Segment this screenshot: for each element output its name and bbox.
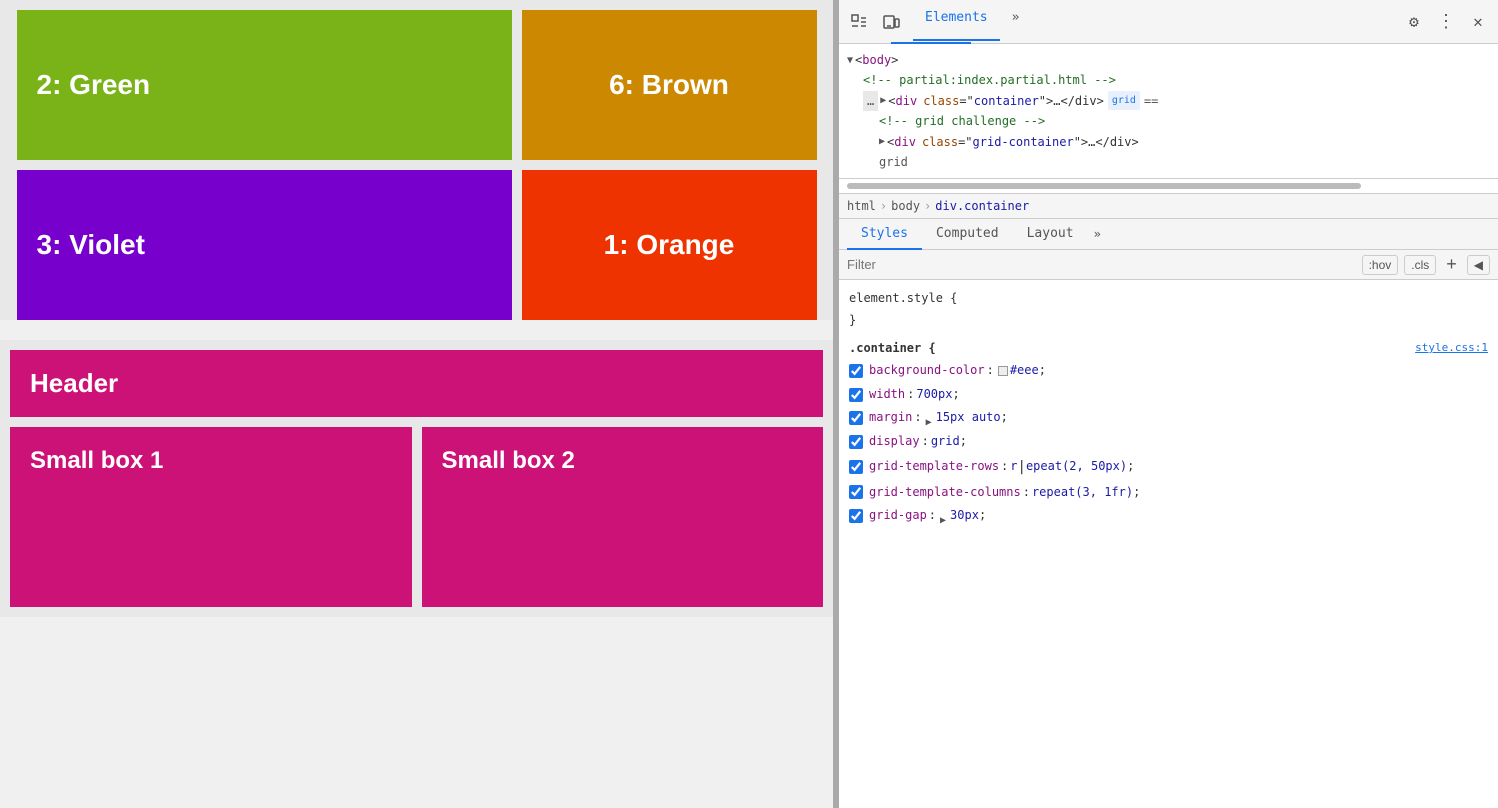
element-style-close: } <box>849 310 1488 332</box>
devtools-panel: Elements » ⚙ ⋮ ✕ ▼ <body> <!-- partial:i… <box>839 0 1498 808</box>
container-triangle[interactable]: ▶ <box>880 92 886 109</box>
container-rule: .container { style.css:1 background-colo… <box>849 338 1488 528</box>
more-tabs-label: » <box>1012 10 1020 25</box>
green-label: 2: Green <box>37 69 151 101</box>
ellipsis-btn[interactable]: … <box>863 91 878 111</box>
tree-partial: grid <box>847 152 1490 172</box>
menu-icon[interactable]: ⋮ <box>1432 8 1460 36</box>
body-triangle[interactable]: ▼ <box>847 52 853 69</box>
devtools-toolbar: Elements » ⚙ ⋮ ✕ <box>839 0 1498 44</box>
webpage-preview: 2: Green 6: Brown 3: Violet 1: Orange H <box>0 0 833 808</box>
prop-bg-checkbox[interactable] <box>849 364 863 378</box>
small-boxes-row: Small box 1 Small box 2 <box>10 427 823 607</box>
prop-gg-checkbox[interactable] <box>849 509 863 523</box>
add-rule-button[interactable]: + <box>1442 254 1461 275</box>
prop-width-checkbox[interactable] <box>849 388 863 402</box>
settings-icon[interactable]: ⚙ <box>1400 8 1428 36</box>
grid-badge[interactable]: grid <box>1108 91 1140 110</box>
tree-comment1: <!-- partial:index.partial.html --> <box>847 70 1490 90</box>
element-style-rule: element.style { } <box>849 288 1488 331</box>
inspect-icon[interactable] <box>845 8 873 36</box>
tab-layout[interactable]: Layout <box>1013 219 1088 250</box>
elements-tab-label: Elements <box>925 10 988 25</box>
brown-label: 6: Brown <box>609 69 729 101</box>
tab-styles[interactable]: Styles <box>847 219 922 250</box>
device-icon[interactable] <box>877 8 905 36</box>
violet-label: 3: Violet <box>37 229 145 261</box>
grid-gap-expand[interactable]: ▶ <box>940 512 948 520</box>
container-rule-header: .container { <box>849 338 936 360</box>
tab-computed[interactable]: Computed <box>922 219 1013 250</box>
hov-button[interactable]: :hov <box>1362 255 1399 275</box>
html-tree-scrollbar[interactable] <box>847 183 1361 189</box>
filter-bar: :hov .cls + ◀ <box>839 250 1498 280</box>
breadcrumb-body[interactable]: body <box>891 199 920 213</box>
cursor-indicator: | <box>1018 455 1026 480</box>
html-tree: ▼ <body> <!-- partial:index.partial.html… <box>839 44 1498 179</box>
collapse-button[interactable]: ◀ <box>1467 255 1490 275</box>
breadcrumb-div-container[interactable]: div.container <box>935 199 1029 213</box>
prop-grid-gap: grid-gap : ▶ 30px ; <box>849 504 1488 528</box>
prop-grid-template-rows: grid-template-rows : r|epeat(2, 50px) ; <box>849 454 1488 481</box>
bg-color-swatch[interactable] <box>998 366 1008 376</box>
orange-label: 1: Orange <box>604 229 735 261</box>
styles-tabs: Styles Computed Layout » <box>839 219 1498 250</box>
filter-input[interactable] <box>847 257 1356 272</box>
small2-label: Small box 2 <box>442 447 575 475</box>
tree-div-container[interactable]: … ▶ <div class="container" >…</div> grid… <box>847 91 1490 111</box>
close-icon[interactable]: ✕ <box>1464 8 1492 36</box>
prop-margin: margin : ▶ 15px auto ; <box>849 406 1488 430</box>
small1-label: Small box 1 <box>30 447 163 475</box>
box-small-2: Small box 2 <box>422 427 824 607</box>
css-properties: element.style { } .container { style.css… <box>839 280 1498 808</box>
tab-more[interactable]: » <box>1000 4 1032 41</box>
tree-body[interactable]: ▼ <body> <box>847 50 1490 70</box>
prop-grid-template-columns: grid-template-columns : repeat(3, 1fr) ; <box>849 481 1488 505</box>
tree-comment2: <!-- grid challenge --> <box>847 111 1490 131</box>
prop-gtc-checkbox[interactable] <box>849 485 863 499</box>
prop-margin-checkbox[interactable] <box>849 411 863 425</box>
prop-width: width : 700px ; <box>849 383 1488 407</box>
box-violet: 3: Violet <box>17 170 512 320</box>
element-style-header: element.style { <box>849 288 1488 310</box>
tab-styles-more[interactable]: » <box>1088 220 1107 248</box>
box-small-1: Small box 1 <box>10 427 412 607</box>
devtools-settings: ⚙ ⋮ ✕ <box>1400 8 1492 36</box>
box-green: 2: Green <box>17 10 512 160</box>
box-brown: 6: Brown <box>522 10 817 160</box>
prop-gtr-checkbox[interactable] <box>849 460 863 474</box>
prop-background-color: background-color : #eee ; <box>849 359 1488 383</box>
breadcrumb-html[interactable]: html <box>847 199 876 213</box>
grid-container-triangle[interactable]: ▶ <box>879 133 885 150</box>
container-source[interactable]: style.css:1 <box>1415 338 1488 358</box>
breadcrumb-bar: html › body › div.container <box>839 194 1498 219</box>
prop-display-checkbox[interactable] <box>849 435 863 449</box>
box-orange: 1: Orange <box>522 170 817 320</box>
margin-expand[interactable]: ▶ <box>926 414 934 422</box>
cls-button[interactable]: .cls <box>1404 255 1436 275</box>
tab-elements[interactable]: Elements <box>913 4 1000 41</box>
box-header: Header <box>10 350 823 417</box>
header-label: Header <box>30 368 118 398</box>
prop-display: display : grid ; <box>849 430 1488 454</box>
tree-div-grid-container[interactable]: ▶ <div class="grid-container" >…</div> <box>847 132 1490 152</box>
